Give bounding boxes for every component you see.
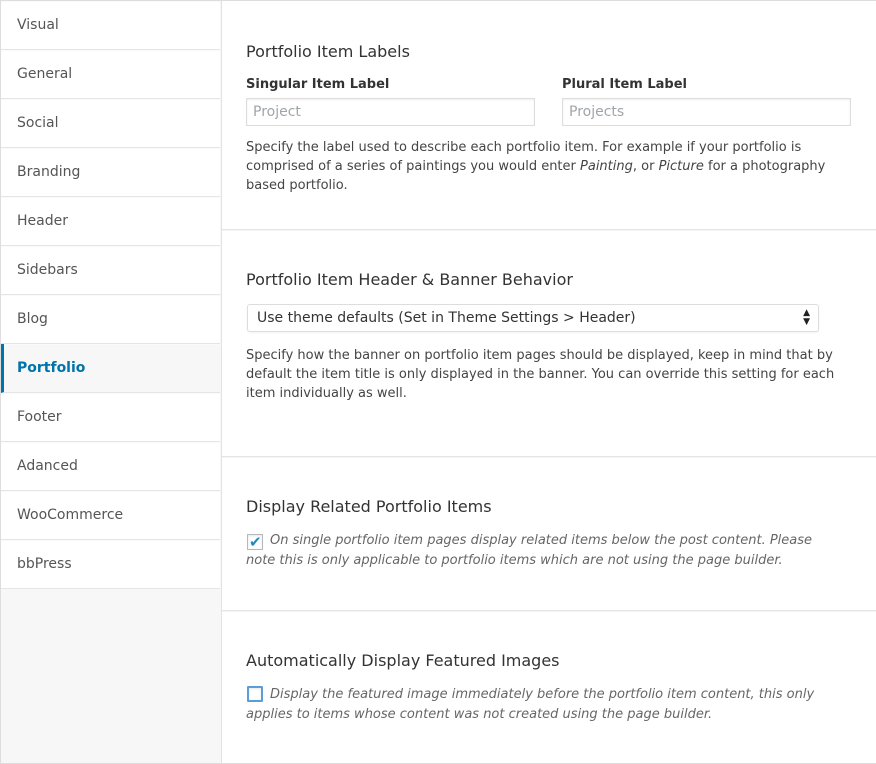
select-value: Use theme defaults (Set in Theme Setting…	[257, 310, 636, 326]
labels-description: Specify the label used to describe each …	[246, 138, 856, 195]
section-title: Portfolio Item Labels	[246, 42, 410, 61]
desc-emphasis: Picture	[658, 159, 704, 174]
sidebar-item-blog[interactable]: Blog	[1, 295, 220, 344]
section-title: Portfolio Item Header & Banner Behavior	[246, 270, 573, 289]
sidebar-item-branding[interactable]: Branding	[1, 148, 220, 197]
sidebar-item-sidebars[interactable]: Sidebars	[1, 246, 220, 295]
related-items-text: On single portfolio item pages display r…	[246, 533, 813, 568]
section-title: Automatically Display Featured Images	[246, 651, 560, 670]
singular-label-input[interactable]	[246, 98, 535, 126]
sidebar-item-social[interactable]: Social	[1, 99, 220, 148]
desc-text: , or	[632, 159, 659, 174]
banner-description: Specify how the banner on portfolio item…	[246, 348, 835, 401]
sidebar-item-adanced[interactable]: Adanced	[1, 442, 220, 491]
related-items-section: Display Related Portfolio Items ✔ On sin…	[222, 457, 876, 611]
sidebar-item-woocommerce[interactable]: WooCommerce	[1, 491, 220, 540]
featured-images-section: Automatically Display Featured Images Di…	[222, 611, 876, 764]
sidebar-item-footer[interactable]: Footer	[1, 393, 220, 442]
banner-behavior-select[interactable]: Use theme defaults (Set in Theme Setting…	[247, 304, 819, 332]
singular-label: Singular Item Label	[246, 77, 390, 92]
sidebar-item-bbpress[interactable]: bbPress	[1, 540, 220, 589]
section-title: Display Related Portfolio Items	[246, 497, 492, 516]
sidebar-item-portfolio[interactable]: Portfolio	[1, 344, 220, 393]
featured-images-text: Display the featured image immediately b…	[246, 687, 815, 722]
settings-content: Portfolio Item Labels Singular Item Labe…	[222, 1, 876, 763]
plural-label: Plural Item Label	[562, 77, 687, 92]
sidebar-item-general[interactable]: General	[1, 50, 220, 99]
banner-behavior-section: Portfolio Item Header & Banner Behavior …	[222, 230, 876, 457]
settings-sidebar: Visual General Social Branding Header Sidebar…	[1, 1, 222, 763]
sidebar-item-header[interactable]: Header	[1, 197, 220, 246]
desc-emphasis: Painting	[580, 159, 633, 174]
portfolio-labels-section: Portfolio Item Labels Singular Item Labe…	[222, 1, 876, 230]
sidebar-item-visual[interactable]: Visual	[1, 1, 220, 50]
up-down-arrows-icon: ▲ ▼	[803, 308, 810, 327]
settings-panel: Visual General Social Branding Header Sidebar…	[0, 0, 876, 764]
plural-label-input[interactable]	[562, 98, 851, 126]
